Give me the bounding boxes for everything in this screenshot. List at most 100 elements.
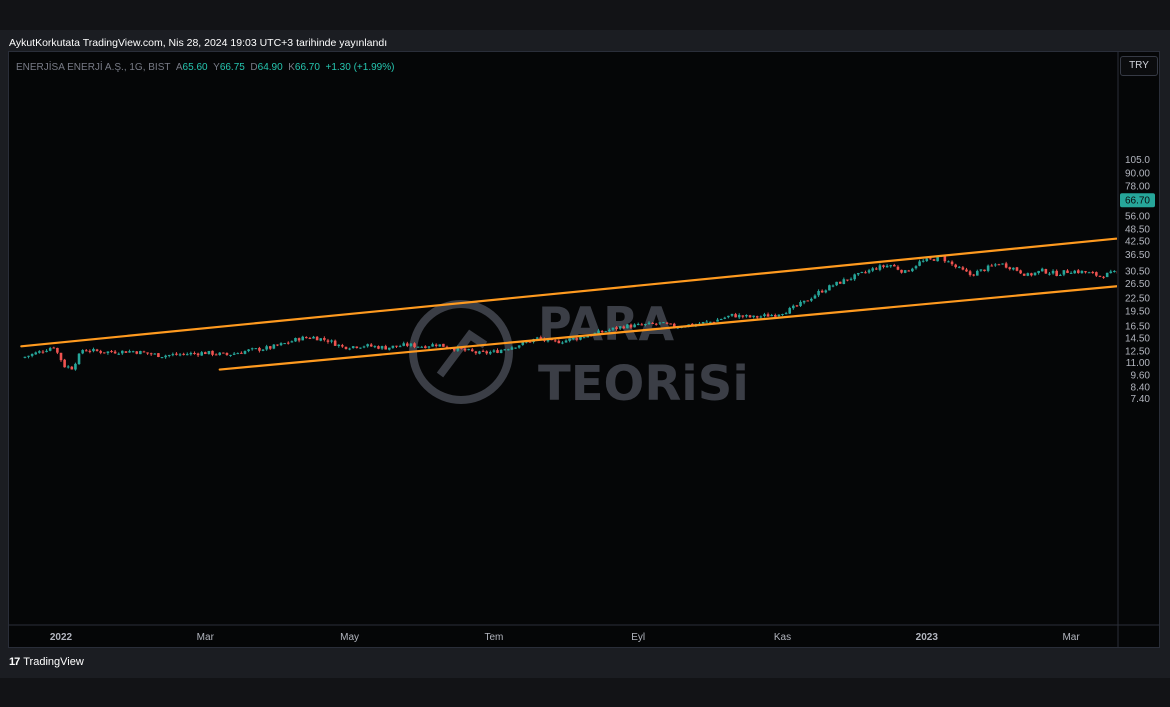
candle-down [424, 346, 427, 349]
candle-up [294, 338, 297, 342]
candle-down [369, 344, 373, 347]
candle-down [344, 346, 348, 349]
candle-up [579, 336, 582, 340]
candle-down [99, 351, 102, 353]
candle-up [77, 353, 81, 365]
candle-down [211, 350, 214, 355]
price-tick-label: 30.50 [1125, 266, 1150, 277]
candle-down [463, 348, 467, 351]
candle-down [135, 351, 139, 354]
candle-down [286, 342, 290, 344]
symbol-legend: ENERJİSA ENERJİ A.Ş., 1G, BIST A65.60 Y6… [16, 62, 394, 73]
candle-up [871, 268, 874, 271]
tradingview-logo[interactable]: 17 TradingView [9, 656, 84, 668]
candle-up [178, 354, 182, 356]
price-chart[interactable]: PARATEORiSi 105.0 90.00 78.00 66.70 56.0048.… [0, 0, 1170, 707]
candle-down [1004, 263, 1008, 268]
candle-up [784, 313, 788, 315]
price-axis[interactable]: 105.0 90.00 78.00 66.70 56.0048.5042.50 36.50… [1117, 52, 1155, 647]
candle-up [1051, 270, 1055, 274]
high-key: Y [213, 62, 220, 73]
candle-down [943, 256, 947, 262]
candle-up [1012, 267, 1015, 270]
candle-down [907, 270, 911, 272]
candle-down [990, 265, 994, 267]
candle-up [1001, 263, 1004, 265]
candle-down [323, 338, 326, 340]
candle-down [56, 347, 59, 353]
candle-up [362, 346, 366, 348]
candle-down [1102, 276, 1105, 278]
candle-up [737, 314, 741, 318]
candle-up [312, 336, 315, 339]
price-tick-label: 105.0 [1125, 155, 1150, 166]
candle-up [662, 322, 665, 324]
candle-up [828, 285, 831, 291]
candle-up [74, 363, 77, 370]
candle-down [110, 351, 113, 353]
candle-up [604, 331, 608, 333]
candle-up [792, 305, 795, 309]
candle-up [849, 278, 853, 280]
price-tick-label: 16.50 [1125, 322, 1150, 333]
candle-up [200, 352, 203, 356]
candle-down [182, 353, 185, 355]
candle-up [171, 354, 175, 356]
candle-up [817, 291, 820, 296]
candle-up [582, 337, 586, 339]
candle-up [366, 344, 369, 347]
candle-up [391, 345, 395, 348]
candle-up [34, 352, 38, 355]
candle-up [867, 270, 871, 273]
candle-down [1091, 272, 1095, 274]
time-axis[interactable]: 2022MarMayTemEylKas2023MarMayTemEylKas20… [9, 624, 1170, 643]
candle-down [225, 353, 229, 355]
candle-up [723, 317, 727, 319]
price-tick-label: 12.50 [1125, 347, 1150, 358]
candle-up [831, 285, 835, 287]
candle-down [553, 340, 557, 342]
candle-up [438, 344, 442, 347]
price-tick-label: 9.60 [1131, 371, 1151, 382]
currency-button[interactable]: TRY [1120, 56, 1158, 76]
tradingview-mark-icon: 17 [9, 656, 20, 668]
footer [0, 648, 1170, 678]
watermark-arrow-icon [436, 329, 488, 378]
candle-up [164, 355, 167, 358]
candle-up [121, 350, 124, 354]
candle-up [373, 346, 377, 348]
candle-up [1033, 272, 1037, 276]
candle-down [196, 353, 200, 356]
candle-up [813, 295, 817, 299]
candle-down [622, 326, 626, 329]
candle-down [52, 347, 56, 349]
candle-up [745, 315, 748, 317]
candle-down [932, 259, 936, 261]
symbol-name: ENERJİSA ENERJİ A.Ş., 1G, BIST [16, 62, 171, 73]
candle-down [193, 353, 196, 355]
candle-down [874, 268, 878, 270]
candle-down [434, 344, 438, 346]
candle-up [38, 351, 41, 353]
candle-up [957, 266, 961, 268]
candle-up [348, 348, 351, 350]
candle-up [380, 346, 384, 349]
candle-down [70, 366, 74, 370]
candle-down [773, 314, 777, 317]
candle-down [175, 353, 178, 355]
candle-down [820, 290, 824, 293]
candle-up [510, 347, 514, 350]
candle-up [1073, 270, 1077, 274]
candle-up [1037, 270, 1040, 274]
time-tick-label: May [340, 632, 359, 643]
candle-up [1069, 272, 1073, 274]
candle-up [359, 347, 362, 349]
last-price-label: 66.70 [1125, 196, 1150, 207]
candle-down [600, 331, 604, 333]
candle-up [81, 350, 84, 354]
candle-down [965, 269, 968, 272]
candle-up [911, 268, 914, 272]
candle-up [420, 346, 424, 348]
candle-up [824, 290, 828, 293]
candle-up [633, 324, 636, 328]
